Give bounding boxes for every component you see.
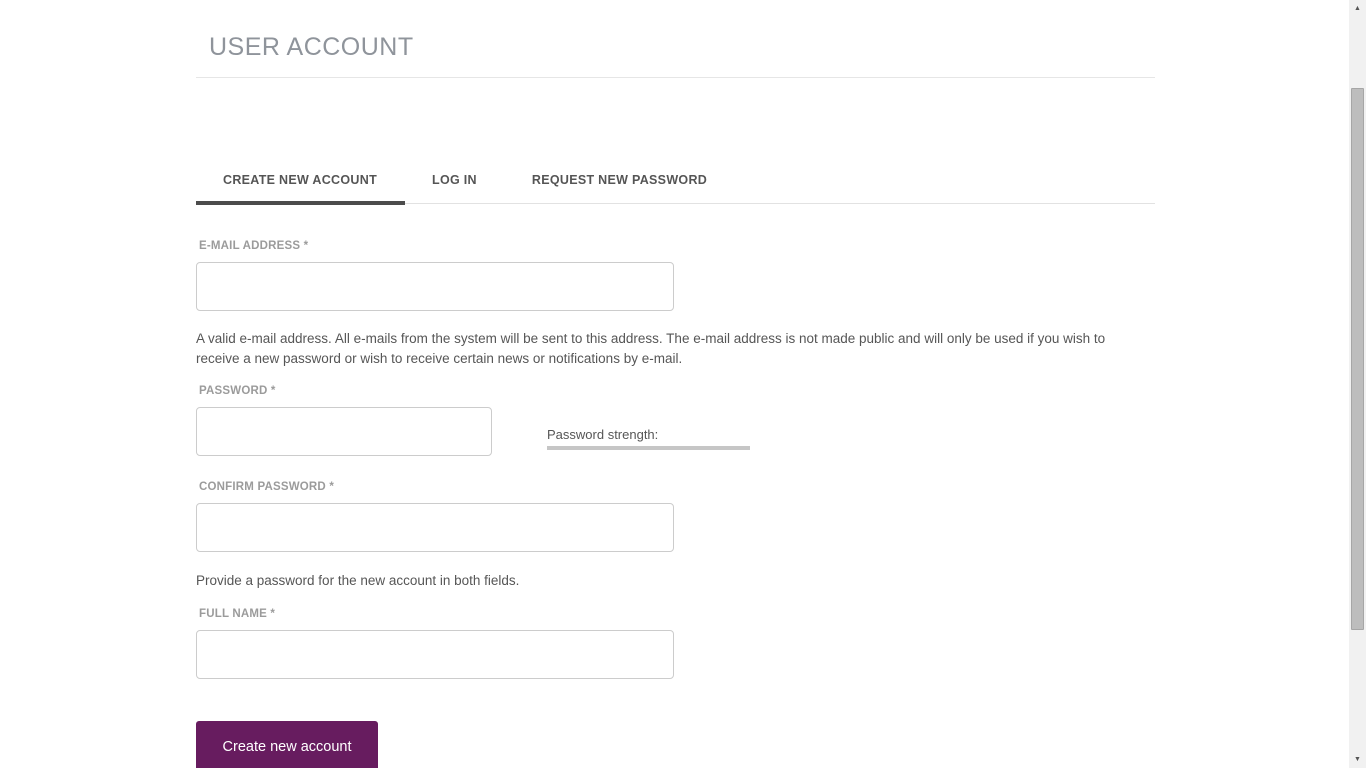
scrollbar-up-arrow-icon[interactable]: ▲ bbox=[1349, 0, 1366, 17]
confirm-password-field-group: CONFIRM PASSWORD * Provide a password fo… bbox=[196, 481, 1155, 591]
full-name-field-group: FULL NAME * bbox=[196, 608, 1155, 679]
confirm-password-input[interactable] bbox=[196, 503, 674, 552]
email-input[interactable] bbox=[196, 262, 674, 311]
vertical-scrollbar[interactable]: ▲ ▼ bbox=[1349, 0, 1366, 768]
scrollbar-down-arrow-icon[interactable]: ▼ bbox=[1349, 751, 1366, 768]
create-account-form: E-MAIL ADDRESS * A valid e-mail address.… bbox=[196, 240, 1155, 768]
password-label: PASSWORD * bbox=[199, 385, 276, 397]
password-strength-label: Password strength: bbox=[547, 427, 659, 442]
main-content: USER ACCOUNT CREATE NEW ACCOUNT LOG IN R… bbox=[196, 0, 1155, 768]
full-name-label: FULL NAME * bbox=[199, 607, 276, 620]
password-strength-indicator: Password strength: bbox=[547, 407, 750, 450]
page-title: USER ACCOUNT bbox=[209, 33, 414, 61]
full-name-input[interactable] bbox=[196, 629, 674, 679]
create-new-account-button[interactable]: Create new account bbox=[196, 720, 378, 768]
confirm-password-label: CONFIRM PASSWORD * bbox=[199, 481, 334, 493]
password-strength-bar bbox=[547, 446, 750, 450]
account-tabs: CREATE NEW ACCOUNT LOG IN REQUEST NEW PA… bbox=[196, 159, 1155, 205]
tab-log-in[interactable]: LOG IN bbox=[405, 159, 505, 203]
email-description: A valid e-mail address. All e-mails from… bbox=[196, 331, 1106, 366]
password-input[interactable] bbox=[196, 407, 492, 456]
email-field-group: E-MAIL ADDRESS * A valid e-mail address.… bbox=[196, 240, 1155, 368]
email-label: E-MAIL ADDRESS * bbox=[199, 240, 309, 252]
tab-request-new-password[interactable]: REQUEST NEW PASSWORD bbox=[505, 159, 735, 203]
password-field-group: PASSWORD * Password strength: bbox=[196, 385, 1155, 456]
scrollbar-thumb[interactable] bbox=[1351, 88, 1364, 630]
title-divider bbox=[196, 77, 1155, 78]
tab-create-new-account[interactable]: CREATE NEW ACCOUNT bbox=[196, 159, 406, 205]
confirm-password-description: Provide a password for the new account i… bbox=[196, 573, 520, 588]
